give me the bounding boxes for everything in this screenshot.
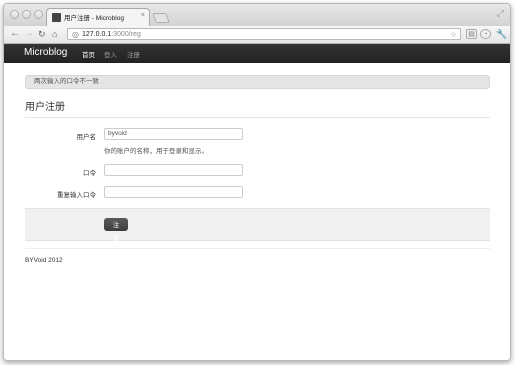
password-input[interactable] [104,164,243,176]
page-menu-icon[interactable]: ▤ [466,29,477,39]
globe-icon: ◎ [72,30,79,39]
password-label: 口令 [83,170,96,177]
address-bar[interactable]: ◎ 127.0.0.1:3000/reg ☆ [67,28,461,40]
tab-close-icon[interactable]: × [141,12,145,19]
browser-window: 用户注册 - Microblog × ⤢ ← → ↻ ⌂ ◎ 127.0.0.1… [3,3,511,361]
bookmark-star-icon[interactable]: ☆ [450,29,457,40]
zoom-window-button[interactable] [34,10,43,19]
brand-logo[interactable]: Microblog [24,47,67,58]
error-alert: 两次输入的口令不一致 [25,75,490,89]
back-arrow-icon[interactable]: ← [10,27,20,41]
form-legend: 用户注册 [25,101,490,118]
username-input[interactable]: byvoid [104,128,243,140]
top-navbar: Microblog 首页 登入 注册 [4,44,510,63]
extension-icon[interactable]: ◔ [480,29,491,39]
minimize-window-button[interactable] [22,10,31,19]
favicon-icon [52,13,61,22]
form-actions: 注册 [25,208,490,242]
nav-item-register[interactable]: 注册 [127,49,140,59]
username-label: 用户名 [76,134,97,141]
divider [25,248,490,249]
repeat-password-label: 重复输入口令 [57,192,96,199]
url-path: :3000/reg [111,31,141,38]
username-help-text: 你的账户的名称，用于登录和显示。 [104,148,208,155]
url-host: 127.0.0.1 [82,31,112,38]
tab-strip: 用户注册 - Microblog × ⤢ [4,4,510,27]
new-tab-button[interactable] [152,13,170,23]
reload-icon[interactable]: ↻ [38,27,46,41]
forward-arrow-icon[interactable]: → [24,27,34,41]
home-icon[interactable]: ⌂ [52,27,57,41]
register-button[interactable]: 注册 [104,218,128,242]
footer-text: BYVoid 2012 [25,257,63,264]
browser-tab-active[interactable]: 用户注册 - Microblog × [46,8,150,27]
fullscreen-icon[interactable]: ⤢ [497,8,504,19]
nav-item-home[interactable]: 首页 [82,49,95,59]
browser-toolbar: ← → ↻ ⌂ ◎ 127.0.0.1:3000/reg ☆ ▤ ◔ 🔧 [4,26,510,44]
nav-item-login[interactable]: 登入 [104,49,117,59]
close-window-button[interactable] [10,10,19,19]
repeat-password-input[interactable] [104,186,243,198]
tab-title: 用户注册 - Microblog [64,15,124,22]
url-text: 127.0.0.1:3000/reg [82,29,141,40]
wrench-icon[interactable]: 🔧 [496,27,507,41]
